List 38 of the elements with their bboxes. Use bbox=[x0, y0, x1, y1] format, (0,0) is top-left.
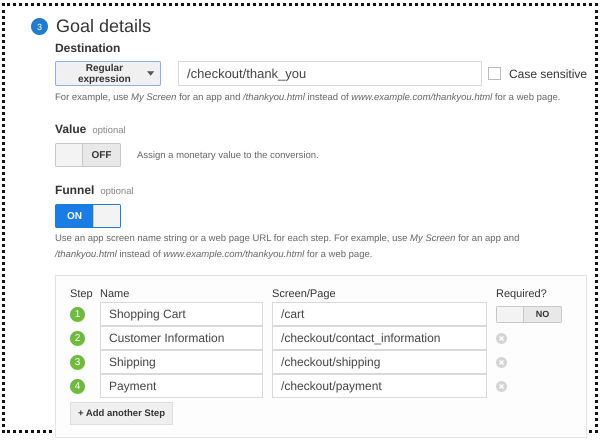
step-page-input[interactable]: /checkout/shipping bbox=[272, 350, 487, 374]
value-toggle[interactable]: OFF bbox=[55, 143, 121, 167]
case-sensitive-label: Case sensitive bbox=[509, 66, 588, 80]
column-header: Step bbox=[70, 288, 94, 302]
step-page-input[interactable]: /checkout/payment bbox=[272, 374, 487, 398]
step-name-input[interactable]: Shopping Cart bbox=[100, 302, 263, 326]
step-page-input[interactable]: /checkout/contact_information bbox=[272, 326, 487, 350]
remove-icon[interactable] bbox=[496, 332, 507, 344]
remove-icon[interactable] bbox=[496, 356, 507, 368]
step-name-input[interactable]: Customer Information bbox=[100, 326, 263, 350]
step-number-badge: 3 bbox=[70, 354, 85, 370]
step-number-badge: 4 bbox=[70, 378, 85, 394]
caret-icon bbox=[146, 71, 154, 76]
step-number-badge: 1 bbox=[70, 306, 85, 322]
remove-icon[interactable] bbox=[496, 380, 507, 392]
case-sensitive-checkbox[interactable] bbox=[488, 67, 501, 80]
destination-label: Destination bbox=[55, 41, 122, 55]
add-step-button[interactable]: + Add another Step bbox=[70, 402, 174, 425]
step-number-badge: 3 bbox=[31, 18, 48, 35]
funnel-hint: Use an app screen name string or a web page URL for each step. For example, use My Screen for an app and /thankyou.html instead of www.example.com/thankyou.html for a web page. bbox=[55, 232, 520, 262]
step-number-badge: 2 bbox=[70, 330, 85, 346]
column-header: Required? bbox=[496, 288, 548, 302]
destination-hint: For example, use My Screen for an app and /thankyou.html instead of www.example.com/thankyou.html for a web page. bbox=[55, 91, 562, 105]
value-label: Value bbox=[55, 122, 86, 136]
value-description: Assign a monetary value to the conversion. bbox=[137, 150, 319, 160]
required-toggle[interactable]: NO bbox=[496, 306, 562, 322]
optional-label: optional bbox=[100, 186, 134, 197]
funnel-toggle[interactable]: ON bbox=[55, 204, 121, 228]
step-name-input[interactable]: Payment bbox=[100, 374, 263, 398]
step-name-input[interactable]: Shipping bbox=[100, 350, 263, 374]
column-header: Name bbox=[100, 288, 130, 302]
optional-label: optional bbox=[92, 125, 126, 136]
column-header: Screen/Page bbox=[272, 288, 337, 302]
step-page-input[interactable]: /cart bbox=[272, 302, 487, 326]
match-type-dropdown[interactable]: Regular expression bbox=[55, 61, 161, 86]
section-title: Goal details bbox=[56, 16, 152, 37]
destination-input[interactable]: /checkout/thank_you bbox=[178, 61, 482, 86]
funnel-label: Funnel bbox=[55, 183, 94, 197]
